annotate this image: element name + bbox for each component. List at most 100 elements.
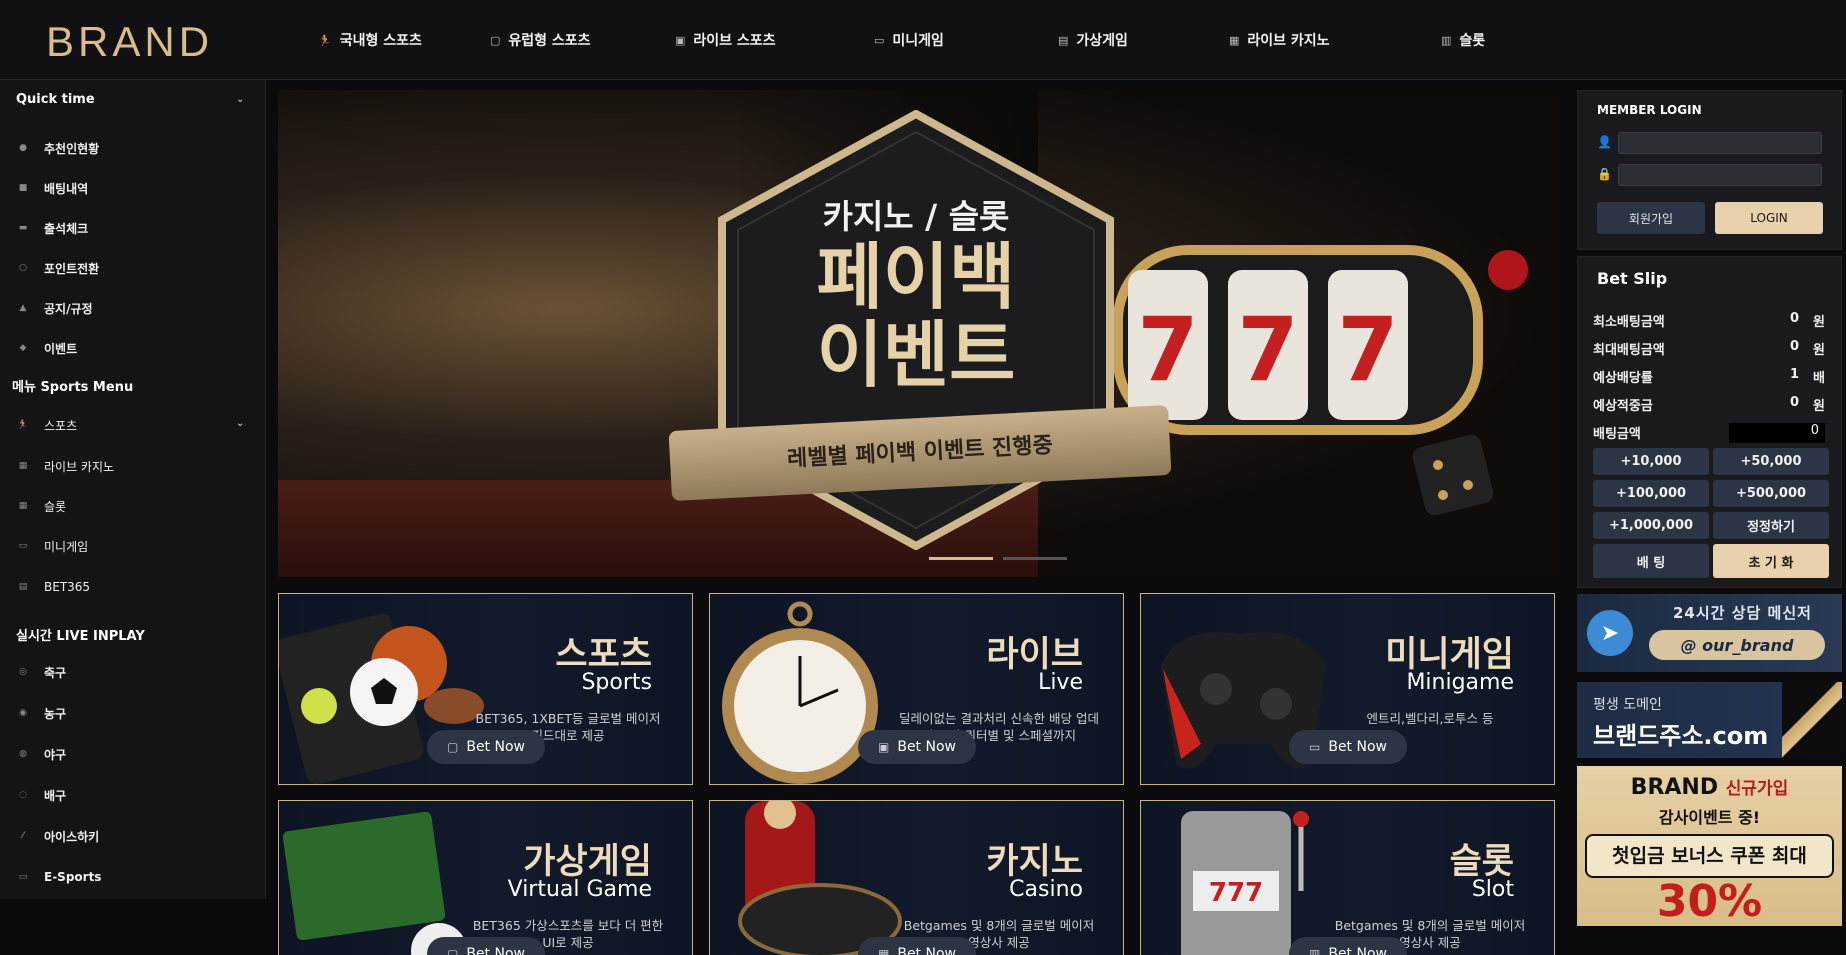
main-nav: 🏃 국내형 스포츠 ▢ 유럽형 스포츠 ▣ 라이브 스포츠 ▭ 미니게임 ▤ 가상게임 ▦… (300, 0, 1561, 80)
cards-icon: ▦ (1229, 33, 1240, 47)
slot-icon: ▥ (1441, 33, 1452, 47)
telegram-icon: ➤ (1587, 610, 1633, 656)
signup-event-banner[interactable]: BRAND 신규가입 감사이벤트 중! 첫입금 보너스 쿠폰 최대 30% (1577, 766, 1842, 927)
brand-logo[interactable]: BRAND (46, 18, 213, 66)
gamepad-icon: ▭ (18, 872, 28, 882)
sidebar-item-live-casino[interactable]: ▦ 라이브 카지노 (16, 455, 246, 477)
nav-item-live-sports[interactable]: ▣ 라이브 스포츠 (675, 0, 874, 80)
bet-now-button[interactable]: ▣ Bet Now (858, 730, 976, 764)
game-card-sports[interactable]: 스포츠 Sports BET365, 1XBET등 글로벌 메이저 피드대로 제… (278, 593, 693, 785)
reset-button[interactable]: 초 기 화 (1713, 544, 1829, 578)
svg-text:7: 7 (1137, 298, 1198, 401)
sidebar-item-notice[interactable]: ▲ 공지/규정 (16, 297, 246, 319)
game-card-casino[interactable]: 카지노 Casino Betgames 및 8개의 글로벌 메이저 영상사 제공… (709, 800, 1124, 955)
nav-item-slot[interactable]: ▥ 슬롯 (1441, 0, 1561, 80)
cards-icon: ▦ (18, 501, 28, 511)
banner-title-line1: 페이백 (816, 235, 1016, 319)
nav-item-domestic-sports[interactable]: 🏃 국내형 스포츠 (300, 0, 490, 80)
sidebar-item-icehockey[interactable]: ⁄ 아이스하키 (16, 825, 246, 847)
domain-label: 평생 도메인 (1593, 697, 1662, 713)
event-subtitle: 감사이벤트 중! (1658, 808, 1761, 827)
quick-time-heading[interactable]: Quick time (16, 92, 95, 107)
add-10000-button[interactable]: +10,000 (1593, 448, 1709, 475)
add-100000-button[interactable]: +100,000 (1593, 480, 1709, 507)
sidebar-item-soccer[interactable]: ◎ 축구 (16, 661, 246, 683)
svg-text:7: 7 (1337, 298, 1398, 401)
sidebar-item-point-exchange[interactable]: ○ 포인트전환 (16, 257, 246, 279)
baseball-icon: ◍ (19, 749, 27, 759)
event-percent: 30% (1656, 876, 1763, 927)
game-card-slot[interactable]: 777 슬롯 Slot Betgames 및 8개의 글로벌 메이저 영상사 제… (1140, 800, 1555, 955)
sidebar-item-sports[interactable]: 🏃 스포츠 (16, 414, 246, 436)
login-title: MEMBER LOGIN (1597, 103, 1702, 117)
slot-machine-illustration: 7 7 7 (1113, 245, 1528, 516)
sidebar-item-slot[interactable]: ▦ 슬롯 (16, 495, 246, 517)
card-title-en: Live (1038, 670, 1083, 695)
nav-item-minigame[interactable]: ▭ 미니게임 (874, 0, 1058, 80)
camera-icon: ▣ (675, 33, 686, 47)
volleyball-icon: ◌ (19, 790, 27, 800)
running-icon: 🏃 (17, 420, 29, 430)
bet-amount-input[interactable]: 0 (1729, 423, 1825, 443)
gamepad-icon: ▭ (874, 33, 885, 47)
bet-now-button[interactable]: ▭ Bet Now (1289, 730, 1407, 764)
roulette-dealer-illustration (738, 801, 902, 955)
running-icon: 🏃 (318, 33, 332, 47)
nav-item-virtual-game[interactable]: ▤ 가상게임 (1058, 0, 1229, 80)
sidebar-item-volleyball[interactable]: ◌ 배구 (16, 784, 246, 806)
login-button[interactable]: LOGIN (1715, 202, 1823, 234)
game-card-live[interactable]: 라이브 Live 딜레이없는 결과처리 신속한 배당 업데이트 별 쿼터별 및 … (709, 593, 1124, 785)
chevron-down-icon[interactable]: ⌄ (236, 418, 244, 429)
bet-now-button[interactable]: ▦ Bet Now (858, 937, 976, 955)
signup-button[interactable]: 회원가입 (1597, 202, 1705, 234)
bet-amount-row: 배팅금액 0 (1593, 423, 1825, 443)
sidebar-item-esports[interactable]: ▭ E-Sports (16, 866, 246, 888)
bet-now-button[interactable]: ▢ Bet Now (427, 937, 545, 955)
member-login-panel: MEMBER LOGIN 👤 🔒 회원가입 LOGIN (1577, 90, 1842, 250)
carousel-dot[interactable] (1003, 557, 1067, 560)
sidebar-item-referrals[interactable]: ● 추천인현황 (16, 137, 246, 159)
sidebar-item-bet365[interactable]: ▤ BET365 (16, 576, 246, 598)
bet-now-button[interactable]: ▥ Bet Now (1289, 937, 1407, 955)
basketball-icon: ◉ (19, 708, 27, 718)
hockey-stick-icon: ⁄ (22, 831, 24, 841)
add-500000-button[interactable]: +500,000 (1713, 480, 1829, 507)
tablet-icon: ▢ (447, 947, 459, 955)
add-50000-button[interactable]: +50,000 (1713, 448, 1829, 475)
sidebar-item-basketball[interactable]: ◉ 농구 (16, 702, 246, 724)
gift-icon: ◆ (19, 343, 27, 353)
bell-icon: ▲ (19, 303, 27, 313)
gamepad-icon: ▭ (1309, 740, 1321, 754)
nav-item-european-sports[interactable]: ▢ 유럽형 스포츠 (490, 0, 675, 80)
sidebar-item-attendance[interactable]: ▬ 출석체크 (16, 217, 246, 239)
carousel-dot-active[interactable] (929, 557, 993, 560)
hero-banner[interactable]: 7 7 7 카지노 / 슬롯 페이백 이벤트 레벨별 페이백 이벤트 진행중 (278, 90, 1559, 577)
card-title-en: Minigame (1406, 670, 1514, 695)
device-icon: ▤ (1058, 33, 1069, 47)
sidebar-item-bet-history[interactable]: ■ 배팅내역 (16, 177, 246, 199)
card-title-en: Slot (1471, 877, 1514, 902)
place-bet-button[interactable]: 배 팅 (1593, 544, 1709, 578)
expected-win-row: 예상적중금 0 원 (1593, 395, 1825, 414)
sidebar-item-events[interactable]: ◆ 이벤트 (16, 337, 246, 359)
telegram-support-banner[interactable]: ➤ 24시간 상담 메신저 @ our_brand (1577, 594, 1842, 672)
chevron-down-icon[interactable]: ⌄ (236, 94, 244, 105)
svg-text:7: 7 (1237, 298, 1298, 401)
soccer-ball-icon: ◎ (19, 667, 27, 677)
telegram-handle: @ our_brand (1649, 630, 1825, 660)
game-card-minigame[interactable]: 미니게임 Minigame 엔트리,벨다리,로투스 등 ▭ Bet Now (1140, 593, 1555, 785)
sidebar-item-baseball[interactable]: ◍ 야구 (16, 743, 246, 765)
event-brand: BRAND 신규가입 (1630, 775, 1789, 800)
correct-button[interactable]: 정정하기 (1713, 512, 1829, 539)
svg-text:777: 777 (1209, 878, 1263, 908)
permanent-domain-banner[interactable]: 평생 도메인 브랜드주소.com (1577, 682, 1842, 758)
password-input[interactable] (1618, 164, 1822, 186)
right-panel: MEMBER LOGIN 👤 🔒 회원가입 LOGIN Bet Slip 최소배… (1577, 80, 1846, 955)
bet-now-button[interactable]: ▢ Bet Now (427, 730, 545, 764)
username-input[interactable] (1618, 132, 1822, 154)
card-title-en: Casino (1009, 877, 1083, 902)
nav-item-live-casino[interactable]: ▦ 라이브 카지노 (1229, 0, 1441, 80)
game-card-virtual-game[interactable]: 가상게임 Virtual Game BET365 가상스포츠를 보다 더 편한 … (278, 800, 693, 955)
sidebar-item-minigame[interactable]: ▭ 미니게임 (16, 535, 246, 557)
add-1000000-button[interactable]: +1,000,000 (1593, 512, 1709, 539)
